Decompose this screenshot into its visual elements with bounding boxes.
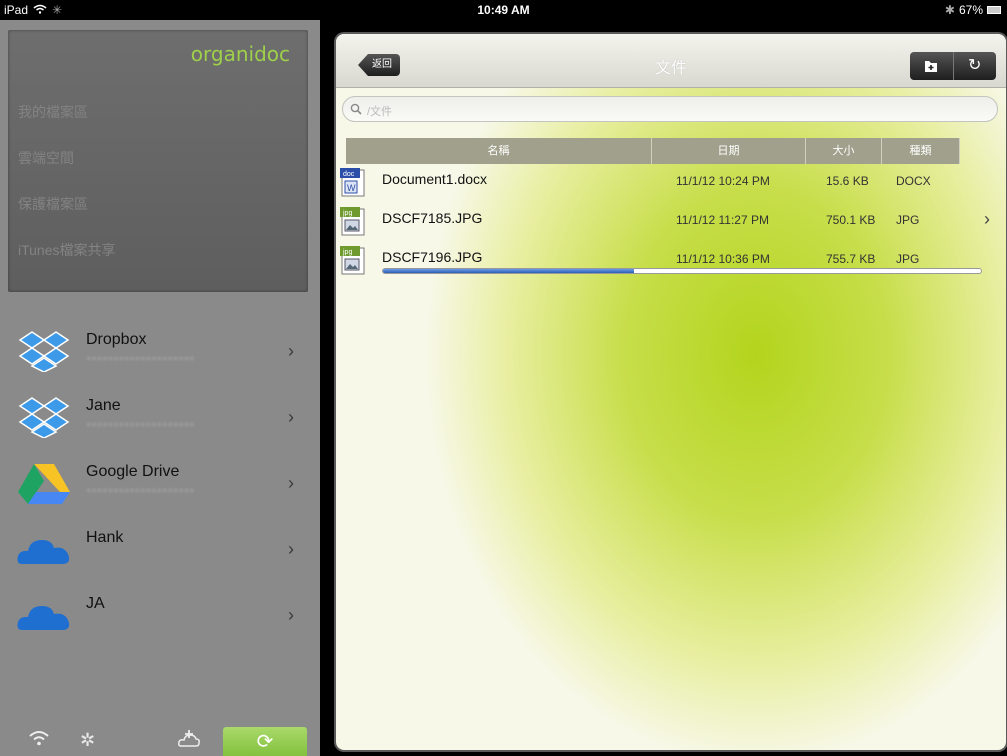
account-email-redacted: ●●●●●●●●●●●●●●●●●●●● [86,353,195,363]
new-folder-button[interactable] [910,52,953,80]
sidebar-bottom-toolbar: ✲ ⟳ [0,722,320,756]
skydrive-icon [16,594,72,636]
upload-progress-bar [382,268,982,274]
nav-item-itunes-sharing[interactable]: iTunes檔案共享 [18,240,116,260]
file-row[interactable]: jpg DSCF7185.JPG 11/1/12 11:27 PM 750.1 … [336,207,1006,245]
chevron-right-icon: › [288,407,294,427]
file-name: DSCF7185.JPG [382,210,483,226]
toolbar-button-group: ↻ [910,52,996,80]
file-name: Document1.docx [382,171,488,187]
battery-percent: 67% [958,3,983,17]
file-type: JPG [896,252,920,266]
account-email-redacted: ●●●●●●●●●●●●●●●●●●●● [86,485,195,495]
file-type: JPG [896,213,920,227]
file-badge: doc [343,171,355,178]
app-logo: organidoc [190,42,290,66]
refresh-button[interactable]: ↻ [952,52,997,80]
settings-gear-icon[interactable]: ✲ [80,730,95,751]
refresh-icon: ⟳ [256,731,274,753]
file-badge: jpg [342,249,352,256]
account-dropbox[interactable]: Dropbox ●●●●●●●●●●●●●●●●●●●● › [0,318,320,384]
file-name: DSCF7196.JPG [382,249,483,265]
file-size: 15.6 KB [826,174,869,188]
account-hank[interactable]: Hank › [0,516,320,582]
sidebar: organidoc 我的檔案區 雲端空間 保護檔案區 iTunes檔案共享 Dr… [0,20,320,756]
upload-progress-fill [383,269,635,273]
refresh-icon: ↻ [968,57,982,74]
nav-item-protected-files[interactable]: 保護檔案區 [18,194,88,214]
chevron-right-icon: › [288,539,294,559]
nav-item-cloud-space[interactable]: 雲端空間 [18,148,74,168]
skydrive-icon [16,528,72,570]
sync-button[interactable]: ⟳ [223,727,307,756]
chevron-right-icon[interactable]: › [984,209,990,230]
page-title: 文件 [654,60,687,77]
nav-item-my-files[interactable]: 我的檔案區 [18,102,88,122]
dropbox-icon [16,396,72,439]
file-table-header: 名稱 日期 大小 種類 [346,138,992,164]
file-date: 11/1/12 11:27 PM [676,213,769,227]
account-email-redacted: ●●●●●●●●●●●●●●●●●●●● [86,419,195,429]
image-file-icon: jpg [340,207,368,237]
file-browser-panel: 返回 文件 ↻ /文件 名稱 日期 大小 種類 doc W Document1.d [336,34,1006,750]
google-drive-icon [16,462,72,504]
search-placeholder: /文件 [367,106,393,118]
account-name: Dropbox [86,331,147,348]
word-document-icon: doc W [340,168,368,198]
account-google-drive[interactable]: Google Drive ●●●●●●●●●●●●●●●●●●●● › [0,450,320,516]
column-header-name[interactable]: 名稱 [346,138,652,164]
chevron-right-icon: › [288,473,294,493]
account-name: JA [86,595,105,612]
account-name: Google Drive [86,463,180,480]
file-date: 11/1/12 10:24 PM [676,174,770,188]
file-type: DOCX [896,174,931,188]
account-ja[interactable]: JA › [0,582,320,648]
file-size: 755.7 KB [826,252,876,266]
search-icon [350,102,362,115]
chevron-right-icon: › [288,341,294,361]
svg-text:W: W [347,183,356,193]
search-field[interactable]: /文件 [342,96,998,122]
chevron-right-icon: › [288,605,294,625]
image-file-icon: jpg [340,246,368,276]
file-row[interactable]: jpg DSCF7196.JPG 11/1/12 10:36 PM 755.7 … [336,246,1006,284]
clock: 10:49 AM [477,3,530,17]
account-name: Hank [86,529,124,546]
file-badge: jpg [342,210,352,217]
file-date: 11/1/12 10:36 PM [676,252,770,266]
navigation-bar: 返回 文件 ↻ [336,34,1006,88]
account-name: Jane [86,397,121,414]
account-jane[interactable]: Jane ●●●●●●●●●●●●●●●●●●●● › [0,384,320,450]
new-folder-icon [923,57,939,74]
status-bar: iPad ✳ 10:49 AM ✱ 67% [0,0,1007,20]
battery-icon [987,6,1001,14]
add-cloud-icon[interactable] [178,730,200,753]
bluetooth-icon: ✱ [944,3,955,17]
column-header-type[interactable]: 種類 [882,138,960,164]
column-header-date[interactable]: 日期 [652,138,806,164]
column-header-size[interactable]: 大小 [806,138,882,164]
file-size: 750.1 KB [826,213,876,227]
wifi-transfer-icon[interactable] [28,730,50,751]
dropbox-icon [16,330,72,373]
file-row[interactable]: doc W Document1.docx 11/1/12 10:24 PM 15.… [336,168,1006,206]
sidebar-nav-panel: organidoc 我的檔案區 雲端空間 保護檔案區 iTunes檔案共享 [8,30,308,292]
